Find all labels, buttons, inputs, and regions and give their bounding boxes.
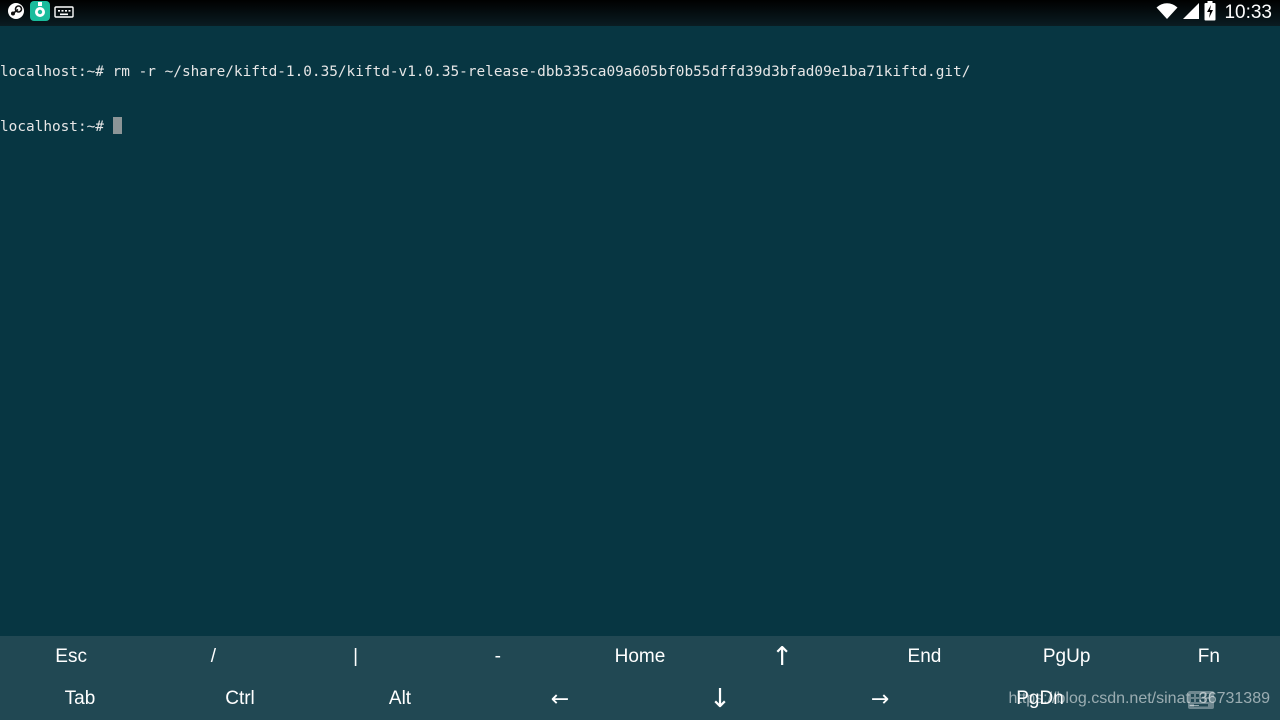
wifi-icon: [1156, 2, 1178, 24]
key-tab[interactable]: Tab: [0, 678, 160, 720]
key-down-arrow[interactable]: ↓: [640, 678, 800, 720]
key-minus[interactable]: -: [427, 636, 569, 678]
key-fn[interactable]: Fn: [1138, 636, 1280, 678]
keyboard-icon: [54, 4, 74, 23]
terminal-prompt-line: localhost:~#: [0, 117, 1280, 135]
termux-screen: 10:33 localhost:~# rm -r ~/share/kiftd-1…: [0, 0, 1280, 720]
key-pgup[interactable]: PgUp: [996, 636, 1138, 678]
csdn-watermark: https://blog.csdn.net/sinat_36731389: [1008, 690, 1270, 707]
key-esc[interactable]: Esc: [0, 636, 142, 678]
battery-charging-icon: [1204, 1, 1216, 25]
key-pipe[interactable]: |: [284, 636, 426, 678]
key-right-arrow[interactable]: →: [800, 678, 960, 720]
terminal-line-text: localhost:~# rm -r ~/share/kiftd-1.0.35/…: [0, 64, 971, 80]
key-ctrl[interactable]: Ctrl: [160, 678, 320, 720]
key-left-arrow[interactable]: ←: [480, 678, 640, 720]
key-slash[interactable]: /: [142, 636, 284, 678]
key-up-arrow[interactable]: ↑: [711, 636, 853, 678]
key-end[interactable]: End: [853, 636, 995, 678]
linux-deploy-icon: [29, 0, 51, 26]
status-indicators: 10:33: [1156, 0, 1272, 26]
terminal-view[interactable]: localhost:~# rm -r ~/share/kiftd-1.0.35/…: [0, 27, 1280, 635]
status-clock: 10:33: [1224, 2, 1272, 23]
signal-icon: [1182, 2, 1200, 24]
terminal-prompt-text: localhost:~#: [0, 119, 113, 135]
steam-app-icon: [6, 1, 26, 25]
status-bar: 10:33: [0, 0, 1280, 26]
key-home[interactable]: Home: [569, 636, 711, 678]
notification-icons: [6, 0, 74, 26]
extra-keys-row-1: Esc / | - Home ↑ End PgUp Fn: [0, 636, 1280, 678]
terminal-cursor: [112, 117, 122, 134]
terminal-line: localhost:~# rm -r ~/share/kiftd-1.0.35/…: [0, 63, 1280, 81]
key-alt[interactable]: Alt: [320, 678, 480, 720]
